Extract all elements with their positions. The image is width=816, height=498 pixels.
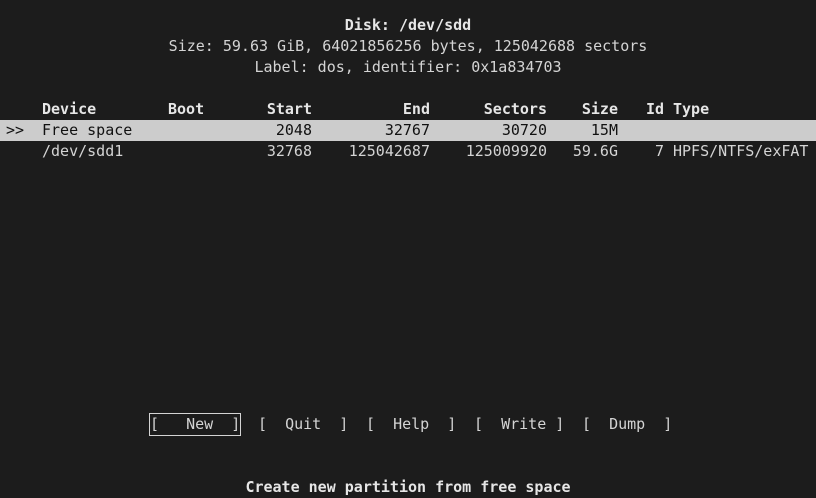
- write-button[interactable]: [ Write ]: [474, 414, 564, 435]
- table-header: Device Boot Start End Sectors Size Id Ty…: [0, 99, 816, 120]
- row-size: 59.6G: [572, 142, 618, 160]
- row-end: 125042687: [348, 142, 430, 160]
- quit-button[interactable]: [ Quit ]: [258, 414, 348, 435]
- new-button[interactable]: [ New ]: [148, 413, 242, 436]
- col-end-header: End: [402, 100, 430, 118]
- col-device-header: Device: [42, 100, 97, 118]
- row-sectors: 125009920: [465, 142, 547, 160]
- row-start: 2048: [275, 121, 312, 139]
- col-size-header: Size: [581, 100, 618, 118]
- row-id: 7: [654, 142, 664, 160]
- col-boot-header: Boot: [168, 100, 205, 118]
- row-device: Free space: [42, 121, 133, 139]
- row-device: /dev/sdd1: [42, 142, 124, 160]
- dump-button[interactable]: [ Dump ]: [582, 414, 672, 435]
- row-size: 15M: [590, 121, 618, 139]
- table-row-sdd1[interactable]: /dev/sdd1 32768 125042687 125009920 59.6…: [0, 141, 816, 162]
- col-id-header: Id: [645, 100, 664, 118]
- status-hint: Create new partition from free space: [245, 478, 571, 496]
- disk-size-info: Size: 59.63 GiB, 64021856256 bytes, 1250…: [168, 37, 648, 55]
- help-button[interactable]: [ Help ]: [366, 414, 456, 435]
- disk-title: Disk: /dev/sdd: [344, 16, 472, 34]
- col-type-header: Type: [673, 100, 710, 118]
- row-cursor: >>: [6, 121, 25, 139]
- col-start-header: Start: [266, 100, 312, 118]
- row-type: HPFS/NTFS/exFAT: [673, 142, 809, 160]
- row-start: 32768: [266, 142, 312, 160]
- col-sectors-header: Sectors: [483, 100, 547, 118]
- row-end: 32767: [384, 121, 430, 139]
- row-sectors: 30720: [501, 121, 547, 139]
- table-row-free-space[interactable]: >> Free space 2048 32767 30720 15M: [0, 120, 816, 141]
- disk-label-info: Label: dos, identifier: 0x1a834703: [254, 58, 562, 76]
